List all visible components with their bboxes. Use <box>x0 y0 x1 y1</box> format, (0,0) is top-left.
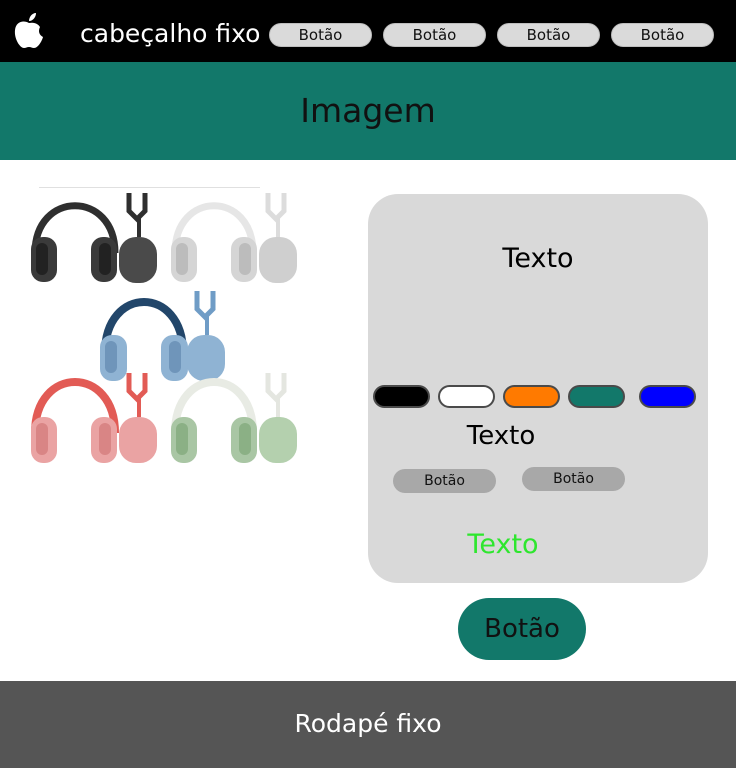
header-title: cabeçalho fixo <box>80 19 261 48</box>
headphone-green <box>171 373 297 463</box>
card-button-2[interactable]: Botão <box>522 467 625 491</box>
header: cabeçalho fixo Botão Botão Botão Botão <box>0 0 736 62</box>
cta-button[interactable]: Botão <box>458 598 586 660</box>
banner: Imagem <box>0 62 736 160</box>
nav-button-4[interactable]: Botão <box>611 23 714 47</box>
headphone-silver <box>171 193 297 283</box>
product-card: Texto Texto Botão Botão Texto <box>368 194 708 583</box>
color-swatch-white[interactable] <box>438 385 495 408</box>
footer-text: Rodapé fixo <box>294 709 442 738</box>
card-subtitle: Texto <box>466 421 536 451</box>
nav-button-1[interactable]: Botão <box>269 23 372 47</box>
nav-button-2[interactable]: Botão <box>383 23 486 47</box>
color-swatch-teal[interactable] <box>568 385 625 408</box>
color-swatch-orange[interactable] <box>503 385 560 408</box>
card-title: Texto <box>502 243 574 274</box>
headphone-pink <box>31 373 157 463</box>
footer: Rodapé fixo <box>0 681 736 768</box>
color-swatch-black[interactable] <box>373 385 430 408</box>
headphone-space-gray <box>31 193 157 283</box>
apple-logo-icon[interactable] <box>12 11 46 51</box>
headphones-product-image <box>25 185 310 475</box>
nav-button-3[interactable]: Botão <box>497 23 600 47</box>
card-note: Texto <box>467 529 539 560</box>
banner-text: Imagem <box>300 91 436 130</box>
headphone-sky-blue <box>100 291 225 381</box>
color-swatch-blue[interactable] <box>639 385 696 408</box>
card-button-1[interactable]: Botão <box>393 469 496 493</box>
